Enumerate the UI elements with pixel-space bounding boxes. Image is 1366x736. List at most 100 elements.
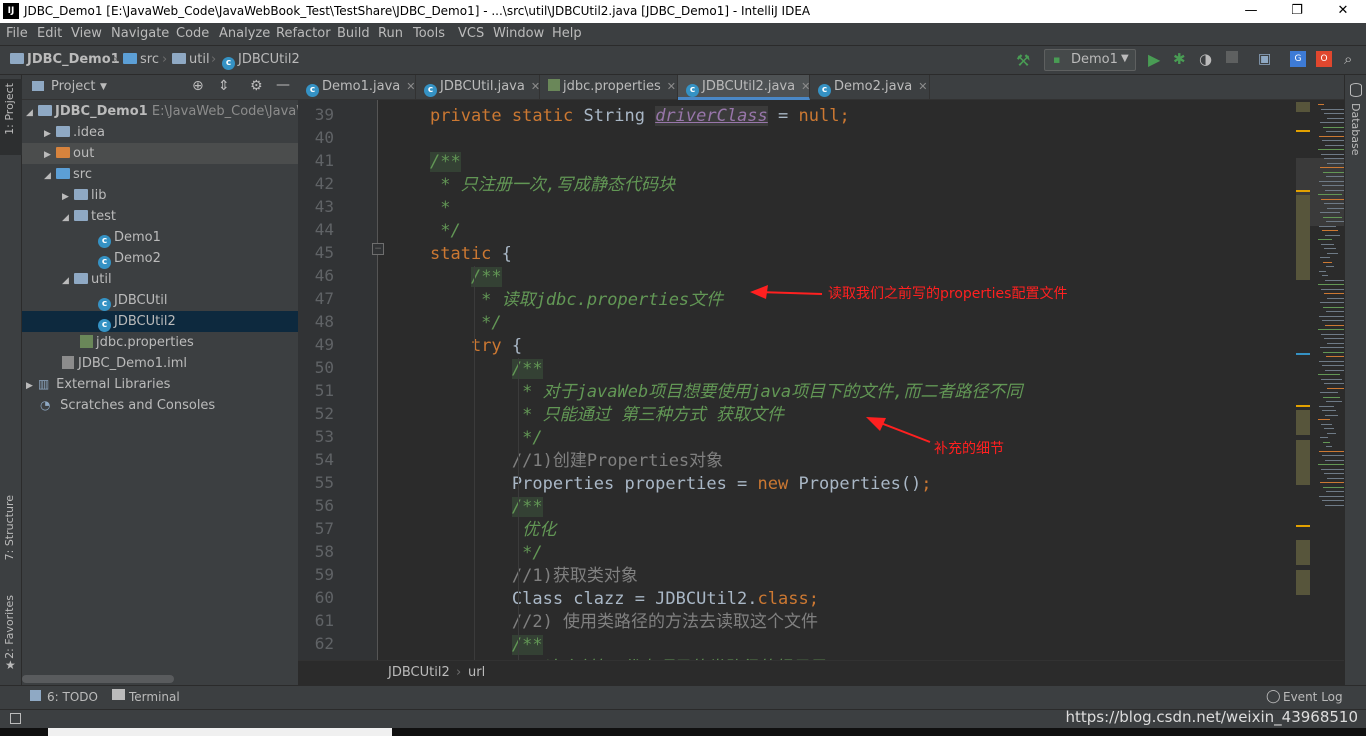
menu-view[interactable]: View — [71, 26, 102, 41]
breadcrumb-field[interactable]: url — [468, 665, 485, 680]
tab-jdbcutil2[interactable]: c JDBCUtil2.java ✕ — [678, 75, 810, 100]
tab-project[interactable]: 1: Project — [3, 83, 16, 135]
tree-item-util[interactable]: ◢ util — [22, 269, 298, 290]
tree-item-root[interactable]: ◢ JDBC_Demo1 E:\JavaWeb_Code\JavaWe — [22, 101, 316, 122]
tree-item-src[interactable]: ◢ src — [22, 164, 298, 185]
tree-item-jdbc-properties[interactable]: jdbc.properties — [22, 332, 298, 353]
hide-panel-icon[interactable]: — — [276, 77, 290, 93]
tree-item-lib[interactable]: ▶ lib — [22, 185, 298, 206]
build-hammer-icon[interactable]: ⚒ — [1016, 51, 1030, 70]
minimize-button[interactable]: — — [1228, 0, 1274, 23]
tree-item-label: JDBC_Demo1 — [55, 104, 148, 119]
line-number: 49 — [314, 335, 334, 354]
menu-tools[interactable]: Tools — [413, 26, 445, 41]
minimap-line — [1318, 374, 1340, 375]
minimap-line — [1324, 248, 1336, 249]
project-view-select[interactable]: Project — [51, 79, 95, 94]
tree-item-idea[interactable]: ▶ .idea — [22, 122, 298, 143]
coverage-icon[interactable]: ◑ — [1199, 50, 1212, 68]
tab-todo[interactable]: 6: TODO — [47, 690, 98, 704]
minimap-line — [1321, 198, 1344, 200]
tree-item-jdbcutil2[interactable]: c JDBCUtil2 — [22, 311, 298, 332]
translate-icon[interactable]: G — [1290, 51, 1306, 67]
nav-crumb-label: JDBCUtil2 — [238, 52, 300, 67]
project-structure-icon[interactable]: ▣ — [1258, 51, 1271, 67]
tree-item-iml[interactable]: JDBC_Demo1.iml — [22, 353, 298, 374]
code-line: /** — [430, 151, 461, 174]
gear-icon[interactable]: ⚙ — [250, 78, 263, 94]
close-icon[interactable]: ✕ — [801, 80, 810, 93]
tab-jdbc-properties[interactable]: jdbc.properties ✕ — [540, 75, 678, 100]
minimap-line — [1320, 392, 1338, 393]
close-icon[interactable]: ✕ — [406, 80, 415, 93]
locate-icon[interactable]: ⊕ — [192, 78, 204, 94]
nav-crumb-util[interactable]: util — [172, 52, 210, 67]
close-icon[interactable]: ✕ — [667, 80, 676, 93]
close-icon[interactable]: ✕ — [918, 80, 927, 93]
annotation-properties: 读取我们之前写的properties配置文件 — [828, 286, 1068, 302]
tool-windows-icon[interactable] — [10, 713, 21, 724]
menu-refactor[interactable]: Refactor — [276, 26, 331, 41]
arrow-annotation-1 — [750, 285, 823, 299]
minimap-highlight — [1296, 440, 1310, 485]
code-line: */ — [430, 542, 542, 565]
menu-build[interactable]: Build — [337, 26, 370, 41]
tree-item-demo2[interactable]: c Demo2 — [22, 248, 298, 269]
tree-item-external-libraries[interactable]: ▶ ▥ External Libraries — [22, 374, 298, 395]
breadcrumb-class[interactable]: JDBCUtil2 — [388, 665, 450, 680]
tab-terminal[interactable]: Terminal — [129, 690, 180, 704]
nav-crumb-class[interactable]: c JDBCUtil2 — [222, 52, 300, 70]
menu-code[interactable]: Code — [176, 26, 209, 41]
code-line: /** — [430, 634, 543, 657]
stop-icon[interactable] — [1226, 51, 1238, 63]
code-token: private static — [430, 106, 584, 126]
properties-icon — [80, 335, 93, 348]
code-token: /** — [511, 635, 543, 655]
line-number: 60 — [314, 588, 334, 607]
taskbar-search[interactable] — [48, 728, 392, 736]
tab-favorites[interactable]: 2: Favorites — [3, 595, 16, 659]
menu-window[interactable]: Window — [493, 26, 544, 41]
chevron-down-icon[interactable]: ▼ — [100, 82, 107, 92]
office-icon[interactable]: O — [1316, 51, 1332, 67]
tree-item-jdbcutil[interactable]: c JDBCUtil — [22, 290, 298, 311]
menu-analyze[interactable]: Analyze — [219, 26, 270, 41]
menu-edit[interactable]: Edit — [37, 26, 62, 41]
tree-item-scratches[interactable]: ◔ Scratches and Consoles — [22, 395, 298, 416]
menu-navigate[interactable]: Navigate — [111, 26, 169, 41]
nav-crumb-project[interactable]: JDBC_Demo1 — [10, 52, 120, 67]
tree-item-test[interactable]: ◢ test — [22, 206, 298, 227]
close-button[interactable]: ✕ — [1320, 0, 1366, 23]
tree-item-out[interactable]: ▶ out — [22, 143, 298, 164]
tab-demo1[interactable]: c Demo1.java ✕ — [298, 75, 416, 100]
tab-jdbcutil[interactable]: c JDBCUtil.java ✕ — [416, 75, 540, 100]
code-area[interactable]: private static String driverClass = null… — [378, 100, 1296, 660]
menu-run[interactable]: Run — [378, 26, 403, 41]
nav-crumb-src[interactable]: src — [123, 52, 159, 67]
minimap-line — [1318, 464, 1344, 465]
horizontal-scrollbar[interactable] — [22, 675, 174, 683]
minimap-highlight — [1296, 195, 1310, 280]
collapse-all-icon[interactable]: ⇕ — [218, 78, 230, 94]
minimap-line — [1320, 122, 1346, 123]
menu-help[interactable]: Help — [552, 26, 582, 41]
run-config-select[interactable]: ▪ Demo1 ▼ — [1044, 49, 1136, 71]
debug-icon[interactable]: ✱ — [1173, 50, 1186, 68]
code-token: /** — [470, 267, 502, 287]
tab-event-log[interactable]: Event Log — [1283, 690, 1343, 704]
maximize-button[interactable]: ❐ — [1274, 0, 1320, 23]
search-everywhere-icon[interactable]: ⌕ — [1344, 50, 1352, 68]
run-icon[interactable]: ▶ — [1148, 50, 1160, 69]
tree-item-label: JDBCUtil2 — [114, 314, 176, 329]
tab-demo2[interactable]: c Demo2.java ✕ — [810, 75, 930, 100]
code-minimap[interactable] — [1296, 100, 1353, 660]
tree-item-demo1[interactable]: c Demo1 — [22, 227, 298, 248]
tab-structure[interactable]: 7: Structure — [3, 495, 16, 560]
close-icon[interactable]: ✕ — [531, 80, 540, 93]
menu-vcs[interactable]: VCS — [458, 26, 484, 41]
tab-label: Demo2.java — [834, 79, 913, 94]
code-line: Class clazz = JDBCUtil2.class; — [430, 588, 819, 611]
tab-database[interactable]: Database — [1349, 103, 1362, 156]
minimap-line — [1322, 230, 1338, 231]
menu-file[interactable]: File — [6, 26, 28, 41]
